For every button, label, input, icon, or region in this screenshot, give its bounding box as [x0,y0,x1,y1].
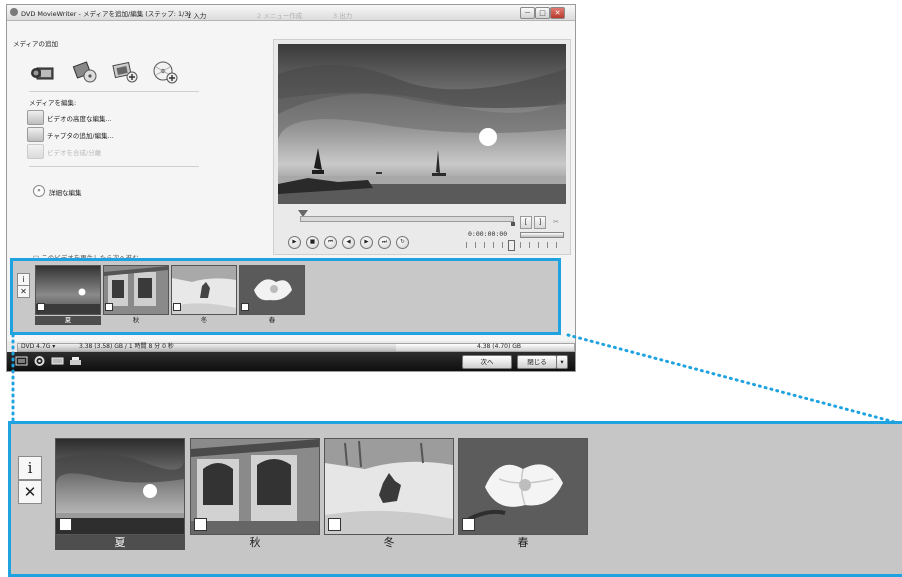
disc-type-select[interactable]: DVD 4.7G ▾ [21,343,55,350]
clip-image [190,438,320,535]
film-icon [462,518,475,531]
clip-caption: 冬 [200,316,208,324]
stop-button[interactable]: ■ [306,236,319,249]
volume-slider[interactable] [520,232,564,238]
disc-import-icon[interactable] [71,59,99,85]
add-media-heading: メディアの追加 [13,40,59,48]
seek-bar[interactable] [300,216,514,222]
next-step-button[interactable]: 次へ [462,355,512,369]
play-button[interactable]: ▶ [288,236,301,249]
prev-button[interactable]: ⏮ [324,236,337,249]
divider [29,166,199,167]
app-icon [10,8,18,16]
video-preview[interactable] [278,44,566,204]
advanced-video-edit-label: ビデオの高度な編集... [47,115,112,123]
photo-add-icon[interactable] [111,59,139,85]
clip-caption: 春 [517,536,529,549]
camcorder-icon[interactable] [29,59,57,85]
film-icon [37,303,45,311]
mark-out-button[interactable]: ] [534,216,546,229]
clip-caption: 秋 [132,316,140,324]
clip-caption: 冬 [383,536,395,549]
chapter-edit-label: チャプタの追加/編集... [47,132,114,140]
clip-image [55,438,185,535]
clip-caption: 夏 [55,535,185,550]
step-3: 3 出力 [333,12,353,20]
mark-in-button[interactable]: [ [520,216,532,229]
close-button[interactable]: 閉じる [517,355,557,369]
merge-icon [27,144,44,159]
capacity-used-text: 3.38 (3.58) GB / 1 時間 8 分 0 秒 [79,343,174,350]
disc-add-icon[interactable] [151,59,179,85]
close-options-button[interactable]: ▾ [556,355,568,369]
repeat-button[interactable]: ↻ [396,236,409,249]
film-icon [241,303,249,311]
capacity-total-text: 4.38 (4.70) GB [477,343,521,350]
film-icon [328,518,341,531]
media-strip-zoomed: i ✕ 夏 秋 冬 春 [8,421,902,577]
edit-media-heading: メディアを編集: [29,99,77,107]
step-forward-button[interactable]: ▶ [360,236,373,249]
film-icon [173,303,181,311]
trim-end-marker[interactable] [511,222,515,226]
advanced-edit-label: 詳細な編集 [49,189,82,197]
jog-handle[interactable] [508,240,515,251]
clip-image [458,438,588,535]
divider [29,91,199,92]
clip-image [324,438,454,535]
clip-caption: 夏 [35,316,101,325]
clip-thumbnail[interactable]: 夏 [35,265,101,325]
clip-thumbnail[interactable]: 冬 [324,438,454,550]
film-icon [194,518,207,531]
clip-caption: 春 [268,316,276,324]
video-edit-icon [27,110,44,125]
capacity-fill [18,344,397,351]
preview-player: [ ] ✂ ▶ ■ ⏮ ◀ ▶ ⏭ ↻ 0:00:00:00 [273,39,571,255]
clip-thumbnail[interactable]: 春 [239,265,305,325]
print-icon[interactable] [69,355,82,367]
step-2: 2 メニュー作成 [257,12,303,20]
clip-caption: 秋 [249,536,261,549]
disc-type-label: DVD 4.7G [21,343,51,350]
chapter-icon [27,127,44,142]
step-back-button[interactable]: ◀ [342,236,355,249]
app-window: DVD MovieWriter - メディアを追加/編集 (ステップ: 1/3)… [6,4,576,372]
film-icon [105,303,113,311]
film-icon [59,518,72,531]
media-strip-small: i ✕ 夏 秋 冬 春 [10,258,561,335]
clip-thumbnail[interactable]: 冬 [171,265,237,325]
clip-thumbnail[interactable]: 夏 [55,438,185,550]
clip-thumbnail[interactable]: 春 [458,438,588,550]
info-button[interactable]: i [18,456,42,480]
clip-thumbnail[interactable]: 秋 [190,438,320,550]
chevron-down-icon: » [33,185,45,197]
clip-thumbnail[interactable]: 秋 [103,265,169,325]
hdd-icon[interactable] [51,355,64,367]
settings-icon[interactable] [33,355,46,367]
list-icon[interactable] [15,355,28,367]
step-1: 1 入力 [187,12,207,20]
delete-button[interactable]: ✕ [18,480,42,504]
delete-button[interactable]: ✕ [17,285,30,298]
window-title: DVD MovieWriter - メディアを追加/編集 (ステップ: 1/3) [21,10,192,18]
next-button[interactable]: ⏭ [378,236,391,249]
cut-icon[interactable]: ✂ [550,216,562,229]
merge-split-label: ビデオを合成/分離 [47,149,102,157]
timecode-display[interactable]: 0:00:00:00 [468,230,507,238]
